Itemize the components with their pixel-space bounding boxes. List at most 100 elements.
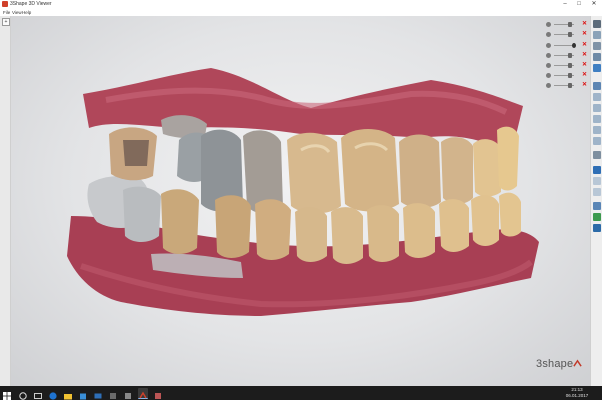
app-icon[interactable] <box>153 388 163 399</box>
eye-icon[interactable] <box>546 83 551 88</box>
menu-view[interactable]: View <box>12 9 22 16</box>
opacity-slider[interactable] <box>554 32 574 37</box>
tooth-lower-9 <box>471 195 499 246</box>
eye-icon[interactable] <box>546 63 551 68</box>
section-icon[interactable] <box>593 166 601 174</box>
view-back-icon[interactable] <box>593 93 601 101</box>
tooth-lower-2 <box>215 195 251 258</box>
tooth-lower-5 <box>331 207 363 264</box>
viewer-icon[interactable] <box>138 388 148 399</box>
maximize-button[interactable]: □ <box>573 0 585 9</box>
slider-knob[interactable] <box>572 43 576 48</box>
eye-icon[interactable] <box>546 53 551 58</box>
brand-logo-mark-icon <box>573 359 582 367</box>
minimize-button[interactable]: – <box>559 0 571 9</box>
opacity-slider[interactable] <box>554 73 574 78</box>
view-top-icon[interactable] <box>593 126 601 134</box>
zoom-icon[interactable] <box>593 53 601 61</box>
tooth-lower-1 <box>161 189 199 254</box>
dental-scan-model[interactable] <box>11 16 590 386</box>
check-icon[interactable] <box>593 224 601 232</box>
slider-knob[interactable] <box>568 53 572 58</box>
eye-icon[interactable] <box>546 32 551 37</box>
tooth-lower-6 <box>367 205 399 262</box>
eye-icon[interactable] <box>546 22 551 27</box>
remove-layer-button[interactable]: ✕ <box>582 52 587 59</box>
view-bottom-icon[interactable] <box>593 137 601 145</box>
clock-date: 06.01.2017 <box>565 393 589 398</box>
viewport-3d[interactable] <box>11 16 590 386</box>
search-icon[interactable] <box>18 388 28 400</box>
slider-knob[interactable] <box>568 73 572 78</box>
slider-knob[interactable] <box>568 63 572 68</box>
layer-row-2: ✕ <box>546 31 588 38</box>
remove-layer-button[interactable]: ✕ <box>582 82 587 89</box>
window-title: 3Shape 3D Viewer <box>10 1 52 7</box>
opacity-slider[interactable] <box>554 63 574 68</box>
slider-knob[interactable] <box>568 32 572 37</box>
cube-icon[interactable] <box>593 64 601 72</box>
view-front-icon[interactable] <box>593 82 601 90</box>
remove-layer-button[interactable]: ✕ <box>582 31 587 38</box>
tooth-lower-7 <box>403 203 435 258</box>
task-view-icon[interactable] <box>33 388 43 399</box>
layer-row-4: ✕ <box>546 52 588 59</box>
title-bar: 3Shape 3D Viewer – □ ✕ <box>0 0 602 9</box>
tooth-upper-molar-right <box>497 126 519 191</box>
tooth-lower-8 <box>439 199 469 252</box>
opacity-slider[interactable] <box>554 43 576 48</box>
right-toolbar <box>590 16 602 386</box>
layer-row-1: ✕ <box>546 21 588 28</box>
measure-icon[interactable] <box>593 151 601 159</box>
mail-icon[interactable] <box>93 388 103 399</box>
tooth-upper-incisor-2 <box>341 129 399 212</box>
clock[interactable]: 21:13 06.01.2017 <box>560 387 594 399</box>
left-panel: + <box>0 16 11 386</box>
layer-row-5: ✕ <box>546 62 588 69</box>
eye-icon[interactable] <box>546 73 551 78</box>
app-icon <box>2 1 8 7</box>
tooth-upper-incisor-3 <box>399 134 441 208</box>
brand-logo: 3shape <box>536 358 574 370</box>
edge-icon[interactable] <box>48 388 58 400</box>
app-icon[interactable] <box>108 388 118 399</box>
pen-icon[interactable] <box>593 213 601 221</box>
tooth-upper-canine-right <box>441 137 473 204</box>
app-icon[interactable] <box>123 388 133 399</box>
windows-start-icon[interactable] <box>2 388 12 400</box>
tooth-lower-3 <box>255 199 291 260</box>
file-explorer-icon[interactable] <box>63 388 73 400</box>
menu-file[interactable]: File <box>3 9 10 16</box>
view-right-icon[interactable] <box>593 115 601 123</box>
remove-layer-button[interactable]: ✕ <box>582 42 587 49</box>
remove-layer-button[interactable]: ✕ <box>582 62 587 69</box>
left-panel-toggle[interactable]: + <box>2 18 10 26</box>
tooth-upper-premolar-right <box>473 139 501 197</box>
view-left-icon[interactable] <box>593 104 601 112</box>
menu-help[interactable]: Help <box>22 9 31 16</box>
close-button[interactable]: ✕ <box>588 0 600 9</box>
store-icon[interactable] <box>78 388 88 400</box>
tooth-lower-4 <box>295 207 327 262</box>
remove-layer-button[interactable]: ✕ <box>582 72 587 79</box>
menu-bar: File View Help <box>0 9 602 16</box>
tooth-lower-10 <box>499 192 521 237</box>
layer-row-7: ✕ <box>546 82 588 89</box>
taskbar: 21:13 06.01.2017 <box>0 386 602 400</box>
pan-icon[interactable] <box>593 31 601 39</box>
snapshot-icon[interactable] <box>593 188 601 196</box>
undo-icon[interactable] <box>593 202 601 210</box>
opacity-slider[interactable] <box>554 53 574 58</box>
slider-knob[interactable] <box>568 22 572 27</box>
opacity-slider[interactable] <box>554 83 574 88</box>
slider-knob[interactable] <box>568 83 572 88</box>
tooth-lower-scan-1 <box>123 186 161 242</box>
layer-row-3: ✕ <box>546 42 588 49</box>
rotate-icon[interactable] <box>593 42 601 50</box>
color-icon[interactable] <box>593 177 601 185</box>
layer-row-6: ✕ <box>546 72 588 79</box>
eye-icon[interactable] <box>546 43 551 48</box>
remove-layer-button[interactable]: ✕ <box>582 21 587 28</box>
opacity-slider[interactable] <box>554 22 574 27</box>
cursor-icon[interactable] <box>593 20 601 28</box>
